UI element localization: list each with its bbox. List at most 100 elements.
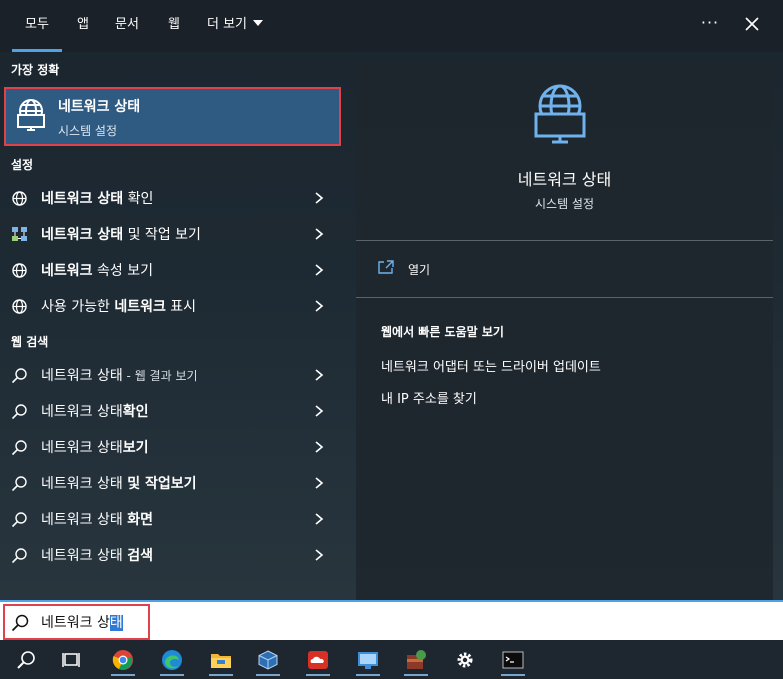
running-indicator — [501, 674, 525, 676]
search-icon — [11, 368, 27, 384]
globe-icon — [12, 263, 27, 278]
more-options-button[interactable]: ··· — [698, 12, 722, 36]
running-indicator — [356, 674, 380, 676]
best-match-heading: 가장 정확 — [11, 63, 60, 77]
search-icon — [11, 476, 27, 492]
open-external-icon — [378, 260, 394, 274]
network-globe-icon — [534, 84, 586, 144]
web-search-heading: 웹 검색 — [11, 335, 49, 349]
settings-item-label: 네트워크 속성 보기 — [41, 263, 153, 279]
remote-desktop-icon — [358, 652, 378, 669]
settings-item-label: 사용 가능한 네트워크 표시 — [41, 299, 197, 315]
divider — [356, 297, 773, 298]
divider — [356, 240, 773, 241]
edge-icon — [162, 650, 182, 670]
web-result-label: 네트워크 상태확인 — [41, 404, 149, 420]
chevron-right-icon — [315, 228, 324, 240]
web-result-item[interactable]: 네트워크 상태 - 웹 결과 보기 — [0, 357, 345, 393]
tab-apps[interactable]: 앱 — [77, 0, 89, 52]
close-button[interactable] — [740, 12, 764, 36]
taskbar-search-button[interactable] — [8, 644, 44, 676]
tab-all[interactable]: 모두 — [12, 0, 62, 52]
web-help-link-update-adapter[interactable]: 네트워크 어댑터 또는 드라이버 업데이트 — [381, 356, 601, 375]
virtualbox-icon — [258, 650, 278, 670]
chevron-right-icon — [315, 477, 324, 489]
search-icon — [11, 404, 27, 420]
settings-item-check-network-status[interactable]: 네트워크 상태 확인 — [0, 180, 345, 216]
running-indicator — [111, 674, 135, 676]
taskbar-remote-desktop[interactable] — [350, 644, 386, 676]
best-match-result[interactable]: 네트워크 상태 시스템 설정 — [4, 87, 341, 146]
chevron-right-icon — [315, 441, 324, 453]
running-indicator — [256, 674, 280, 676]
preview-panel: 네트워크 상태 시스템 설정 열기 웹에서 빠른 도움말 보기 네트워크 어댑터… — [356, 62, 773, 600]
chevron-right-icon — [315, 300, 324, 312]
search-box[interactable]: 네트워크 상태 — [0, 600, 783, 640]
web-help-heading: 웹에서 빠른 도움말 보기 — [381, 325, 504, 339]
taskbar-terminal[interactable] — [495, 644, 531, 676]
taskbar-edge[interactable] — [154, 644, 190, 676]
tab-documents[interactable]: 문서 — [115, 0, 139, 52]
taskbar-creative-cloud[interactable] — [300, 644, 336, 676]
terminal-icon — [502, 651, 524, 669]
results-panel: 가장 정확 네트워크 상태 시스템 설정 설정 네트워크 상태 확인 네트워크 … — [0, 52, 345, 600]
web-result-label: 네트워크 상태보기 — [41, 440, 149, 456]
web-result-item[interactable]: 네트워크 상태 검색 — [0, 537, 345, 573]
taskbar-file-explorer[interactable] — [203, 644, 239, 676]
search-icon — [17, 651, 35, 669]
running-indicator — [160, 674, 184, 676]
winrar-icon — [407, 650, 426, 669]
web-result-label: 네트워크 상태 - 웹 결과 보기 — [41, 368, 198, 384]
preview-subtitle: 시스템 설정 — [534, 197, 594, 211]
taskbar-winrar[interactable] — [398, 644, 434, 676]
best-match-title: 네트워크 상태 — [58, 99, 141, 115]
caret-down-icon — [253, 20, 264, 26]
chevron-right-icon — [315, 369, 324, 381]
globe-icon — [12, 191, 27, 206]
web-result-item[interactable]: 네트워크 상태 화면 — [0, 501, 345, 537]
tab-web[interactable]: 웹 — [168, 0, 180, 52]
settings-icon — [457, 652, 473, 668]
creative-cloud-icon — [308, 651, 328, 669]
search-input[interactable]: 네트워크 상태 — [41, 612, 123, 632]
web-result-item[interactable]: 네트워크 상태 및 작업보기 — [0, 465, 345, 501]
running-indicator — [209, 674, 233, 676]
tab-more-label: 더 보기 — [207, 17, 248, 32]
network-center-icon — [12, 227, 27, 241]
chevron-right-icon — [315, 513, 324, 525]
file-explorer-icon — [211, 654, 231, 668]
running-indicator — [306, 674, 330, 676]
task-view-icon — [62, 653, 80, 667]
web-result-item[interactable]: 네트워크 상태보기 — [0, 429, 345, 465]
chrome-icon — [112, 650, 133, 670]
taskbar-chrome[interactable] — [105, 644, 141, 676]
network-globe-icon — [17, 99, 45, 131]
globe-icon — [12, 299, 27, 314]
taskbar-task-view-button[interactable] — [53, 644, 89, 676]
web-result-item[interactable]: 네트워크 상태확인 — [0, 393, 345, 429]
chevron-right-icon — [315, 192, 324, 204]
chevron-right-icon — [315, 405, 324, 417]
tab-more[interactable]: 더 보기 — [207, 0, 264, 52]
preview-title: 네트워크 상태 — [517, 170, 612, 189]
search-icon — [11, 548, 27, 564]
web-result-label: 네트워크 상태 화면 — [41, 512, 153, 528]
start-search-window: 모두 앱 문서 웹 더 보기 ··· 가장 정확 네트워크 상태 시스템 설정 … — [0, 0, 783, 679]
best-match-subtitle: 시스템 설정 — [58, 124, 118, 138]
search-icon — [11, 614, 29, 632]
close-icon — [745, 17, 759, 31]
open-label: 열기 — [408, 263, 431, 277]
web-result-label: 네트워크 상태 및 작업보기 — [41, 476, 197, 492]
search-selected-text: 태 — [109, 615, 123, 631]
filter-tab-bar: 모두 앱 문서 웹 더 보기 ··· — [0, 0, 783, 52]
taskbar-settings[interactable] — [447, 644, 483, 676]
chevron-right-icon — [315, 549, 324, 561]
taskbar — [0, 640, 783, 679]
running-indicator — [404, 674, 428, 676]
settings-item-label: 네트워크 상태 및 작업 보기 — [41, 227, 201, 243]
settings-item-network-properties[interactable]: 네트워크 속성 보기 — [0, 252, 345, 288]
settings-item-network-sharing-center[interactable]: 네트워크 상태 및 작업 보기 — [0, 216, 345, 252]
settings-item-show-available-networks[interactable]: 사용 가능한 네트워크 표시 — [0, 288, 345, 324]
web-help-link-find-ip[interactable]: 내 IP 주소를 찾기 — [381, 388, 477, 407]
taskbar-virtualbox[interactable] — [250, 644, 286, 676]
